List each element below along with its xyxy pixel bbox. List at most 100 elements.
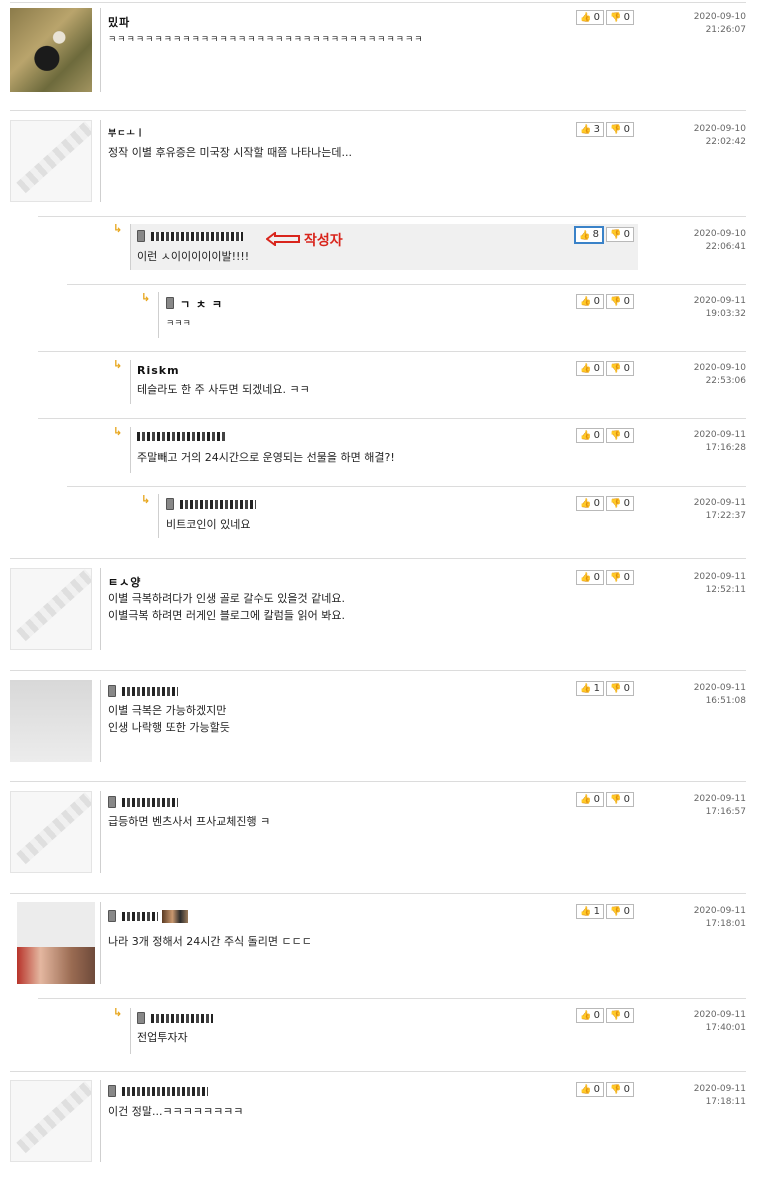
like-count: 0 bbox=[593, 572, 600, 583]
avatar[interactable] bbox=[10, 680, 92, 762]
dislike-button[interactable]: 👎 0 bbox=[606, 1008, 634, 1023]
like-button[interactable]: 👍 0 bbox=[576, 361, 604, 376]
date-day: 2020-09-10 bbox=[693, 363, 746, 373]
comment-author[interactable] bbox=[137, 1012, 213, 1026]
dislike-button[interactable]: 👎 0 bbox=[606, 361, 634, 376]
thumbs-down-icon: 👎 bbox=[610, 125, 622, 135]
like-button[interactable]: 👍 0 bbox=[576, 1082, 604, 1097]
like-button[interactable]: 👍 8 bbox=[574, 226, 604, 244]
comment-date: 2020-09-11 16:51:08 bbox=[666, 682, 746, 708]
thumbs-up-icon: 👍 bbox=[580, 125, 592, 135]
dislike-button[interactable]: 👎 0 bbox=[606, 496, 634, 511]
avatar[interactable] bbox=[17, 902, 95, 984]
like-count: 1 bbox=[593, 683, 600, 694]
date-day: 2020-09-11 bbox=[693, 906, 746, 916]
dislike-count: 0 bbox=[623, 1084, 630, 1095]
like-button[interactable]: 👍 0 bbox=[576, 10, 604, 25]
comment-author[interactable] bbox=[108, 1085, 208, 1099]
comment-author[interactable]: 부ㄷㅗㅣ bbox=[108, 126, 145, 139]
thumbs-down-icon: 👎 bbox=[610, 230, 622, 240]
comment-author[interactable] bbox=[108, 910, 188, 924]
comment-date: 2020-09-11 17:16:28 bbox=[666, 429, 746, 455]
dislike-button[interactable]: 👎 0 bbox=[606, 792, 634, 807]
dislike-button[interactable]: 👎 0 bbox=[606, 1082, 634, 1097]
thumbs-up-icon: 👍 bbox=[580, 907, 592, 917]
left-arrow-icon bbox=[266, 232, 300, 246]
thumbs-up-icon: 👍 bbox=[580, 499, 592, 509]
mobile-phone-icon bbox=[108, 910, 116, 922]
divider bbox=[10, 781, 746, 782]
dislike-button[interactable]: 👎 0 bbox=[606, 428, 634, 443]
date-time: 17:18:11 bbox=[705, 1097, 746, 1107]
thumbs-down-icon: 👎 bbox=[610, 499, 622, 509]
thumbs-down-icon: 👎 bbox=[610, 1085, 622, 1095]
thumbs-down-icon: 👎 bbox=[610, 795, 622, 805]
masked-author-name bbox=[122, 912, 158, 921]
dislike-button[interactable]: 👎 0 bbox=[606, 681, 634, 696]
comment-author[interactable] bbox=[137, 431, 227, 444]
like-button[interactable]: 👍 3 bbox=[576, 122, 604, 137]
like-button[interactable]: 👍 0 bbox=[576, 1008, 604, 1023]
comment-text: 이별 극복은 가능하겠지만 인생 나락행 또한 가능할듯 bbox=[108, 704, 230, 734]
thumbs-down-icon: 👎 bbox=[610, 364, 622, 374]
avatar[interactable] bbox=[10, 8, 92, 92]
reply-arrow-icon: ↳ bbox=[141, 493, 151, 506]
dislike-count: 0 bbox=[623, 363, 630, 374]
comment-author[interactable] bbox=[166, 498, 256, 512]
mobile-phone-icon bbox=[137, 230, 145, 242]
like-count: 1 bbox=[593, 906, 600, 917]
divider bbox=[10, 670, 746, 671]
like-button[interactable]: 👍 0 bbox=[576, 570, 604, 585]
comment-text: 급등하면 벤츠사서 프사교체진행 ㅋ bbox=[108, 815, 271, 828]
masked-author-name bbox=[122, 1087, 208, 1096]
like-count: 0 bbox=[593, 1010, 600, 1021]
comment-author[interactable]: ㅌㅅ양 bbox=[108, 574, 141, 590]
dislike-count: 0 bbox=[623, 229, 630, 240]
comment-date: 2020-09-11 17:40:01 bbox=[666, 1009, 746, 1035]
date-time: 17:18:01 bbox=[705, 919, 746, 929]
dislike-count: 0 bbox=[623, 683, 630, 694]
like-button[interactable]: 👍 0 bbox=[576, 792, 604, 807]
thumbs-up-icon: 👍 bbox=[579, 231, 591, 241]
comment-author[interactable]: 밌파 bbox=[108, 14, 130, 30]
like-button[interactable]: 👍 0 bbox=[576, 294, 604, 309]
comment-divider-line bbox=[130, 224, 131, 270]
comment-author[interactable] bbox=[137, 230, 243, 244]
avatar[interactable] bbox=[10, 568, 92, 650]
like-button[interactable]: 👍 1 bbox=[576, 904, 604, 919]
comment-author[interactable] bbox=[108, 685, 178, 699]
divider bbox=[67, 284, 746, 285]
dislike-button[interactable]: 👎 0 bbox=[606, 10, 634, 25]
reply-arrow-icon: ↳ bbox=[113, 222, 123, 235]
reply-arrow-icon: ↳ bbox=[113, 1006, 123, 1019]
comment-date: 2020-09-11 12:52:11 bbox=[666, 571, 746, 597]
thumbs-down-icon: 👎 bbox=[610, 573, 622, 583]
avatar[interactable] bbox=[10, 1080, 92, 1162]
thumbs-up-icon: 👍 bbox=[580, 297, 592, 307]
dislike-button[interactable]: 👎 0 bbox=[606, 904, 634, 919]
dislike-count: 0 bbox=[623, 296, 630, 307]
like-button[interactable]: 👍 1 bbox=[576, 681, 604, 696]
like-button[interactable]: 👍 0 bbox=[576, 428, 604, 443]
comment-author[interactable]: ㄱ ㅊ ㅋ bbox=[166, 296, 223, 312]
like-button[interactable]: 👍 0 bbox=[576, 496, 604, 511]
comment-author[interactable]: Riskm bbox=[137, 364, 180, 377]
comment-author[interactable] bbox=[108, 796, 178, 810]
divider bbox=[38, 351, 746, 352]
comment-text: 비트코인이 있네요 bbox=[166, 518, 251, 531]
comment-divider-line bbox=[100, 680, 101, 762]
date-day: 2020-09-11 bbox=[693, 498, 746, 508]
dislike-button[interactable]: 👎 0 bbox=[606, 294, 634, 309]
dislike-button[interactable]: 👎 0 bbox=[606, 570, 634, 585]
dislike-button[interactable]: 👎 0 bbox=[606, 122, 634, 137]
avatar[interactable] bbox=[10, 791, 92, 873]
comment-date: 2020-09-10 22:02:42 bbox=[666, 123, 746, 149]
like-count: 3 bbox=[593, 124, 600, 135]
date-day: 2020-09-11 bbox=[693, 430, 746, 440]
divider bbox=[38, 998, 746, 999]
dislike-button[interactable]: 👎 0 bbox=[606, 227, 634, 242]
divider bbox=[67, 486, 746, 487]
divider bbox=[10, 110, 746, 111]
comment-divider-line bbox=[100, 120, 101, 202]
avatar[interactable] bbox=[10, 120, 92, 202]
